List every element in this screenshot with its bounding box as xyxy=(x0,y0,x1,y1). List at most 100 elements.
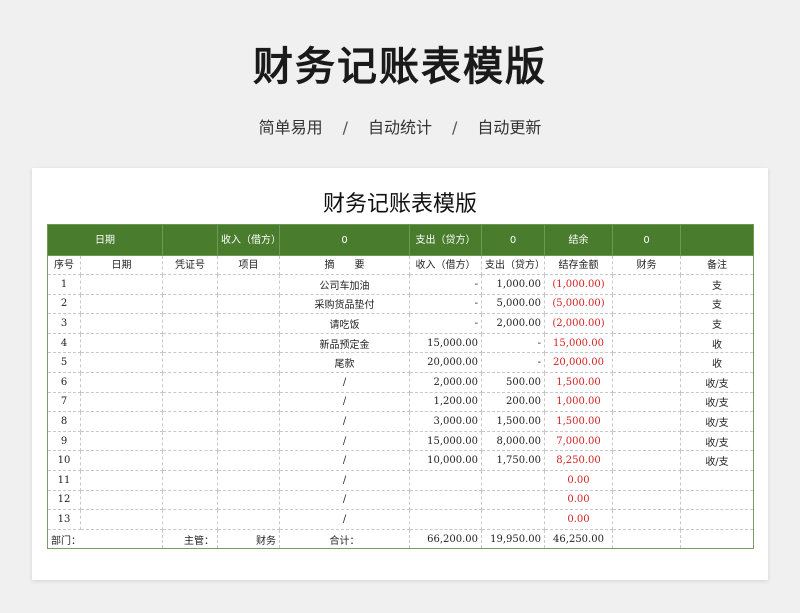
summary-income-label[interactable]: 收入（借方） xyxy=(217,224,280,256)
row-income-cell[interactable]: 15,000.00 xyxy=(409,332,482,354)
row-balance-cell[interactable]: 1,500.00 xyxy=(544,371,613,393)
col-header-no[interactable]: 序号 xyxy=(47,255,81,275)
row-note-cell[interactable]: 支 xyxy=(680,313,754,334)
row-note-cell[interactable]: 收/支 xyxy=(680,411,754,432)
row-item-cell[interactable] xyxy=(217,332,280,354)
row-item-cell[interactable] xyxy=(217,391,280,413)
row-voucher-cell[interactable] xyxy=(162,332,218,354)
row-voucher-cell[interactable] xyxy=(162,352,218,373)
summary-date-label[interactable]: 日期 xyxy=(47,224,163,256)
row-no-cell[interactable]: 4 xyxy=(47,332,81,354)
footer-finance[interactable]: 财务 xyxy=(217,528,280,550)
row-income-cell[interactable] xyxy=(409,469,482,491)
row-finance-cell[interactable] xyxy=(612,391,681,413)
row-voucher-cell[interactable] xyxy=(162,469,218,491)
row-no-cell[interactable]: 9 xyxy=(47,430,81,452)
row-note-cell[interactable]: 收/支 xyxy=(680,450,754,471)
row-date-cell[interactable] xyxy=(80,469,163,491)
row-balance-cell[interactable]: (1,000.00) xyxy=(544,274,613,295)
row-income-cell[interactable]: 3,000.00 xyxy=(409,411,482,432)
row-expense-cell[interactable] xyxy=(481,489,545,511)
col-header-income[interactable]: 收入（借方） xyxy=(409,255,482,275)
col-header-date[interactable]: 日期 xyxy=(80,255,163,275)
row-finance-cell[interactable] xyxy=(612,489,681,511)
row-expense-cell[interactable]: 500.00 xyxy=(481,371,545,393)
row-finance-cell[interactable] xyxy=(612,411,681,432)
row-expense-cell[interactable]: - xyxy=(481,332,545,354)
footer-dept[interactable]: 部门： xyxy=(47,528,163,550)
row-date-cell[interactable] xyxy=(80,274,163,295)
row-summary-cell[interactable]: / xyxy=(279,391,410,413)
summary-cell[interactable] xyxy=(680,224,754,256)
row-balance-cell[interactable]: (2,000.00) xyxy=(544,313,613,334)
row-date-cell[interactable] xyxy=(80,450,163,471)
row-income-cell[interactable]: 1,200.00 xyxy=(409,391,482,413)
row-summary-cell[interactable]: / xyxy=(279,371,410,393)
row-note-cell[interactable]: 支 xyxy=(680,293,754,315)
row-voucher-cell[interactable] xyxy=(162,391,218,413)
row-balance-cell[interactable]: (5,000.00) xyxy=(544,293,613,315)
row-date-cell[interactable] xyxy=(80,509,163,530)
row-voucher-cell[interactable] xyxy=(162,371,218,393)
row-no-cell[interactable]: 3 xyxy=(47,313,81,334)
row-summary-cell[interactable]: / xyxy=(279,450,410,471)
row-finance-cell[interactable] xyxy=(612,450,681,471)
row-income-cell[interactable]: 15,000.00 xyxy=(409,430,482,452)
row-no-cell[interactable]: 1 xyxy=(47,274,81,295)
row-item-cell[interactable] xyxy=(217,371,280,393)
footer-cell[interactable] xyxy=(612,528,681,550)
row-note-cell[interactable]: 收/支 xyxy=(680,371,754,393)
row-note-cell[interactable]: 收/支 xyxy=(680,391,754,413)
col-header-finance[interactable]: 财务 xyxy=(612,255,681,275)
row-note-cell[interactable]: 收 xyxy=(680,352,754,373)
row-note-cell[interactable]: 收/支 xyxy=(680,430,754,452)
row-voucher-cell[interactable] xyxy=(162,509,218,530)
col-header-expense[interactable]: 支出（贷方） xyxy=(481,255,545,275)
row-voucher-cell[interactable] xyxy=(162,313,218,334)
row-note-cell[interactable] xyxy=(680,469,754,491)
row-summary-cell[interactable]: / xyxy=(279,509,410,530)
row-date-cell[interactable] xyxy=(80,313,163,334)
row-summary-cell[interactable]: 采购货品垫付 xyxy=(279,293,410,315)
summary-income-value[interactable]: 0 xyxy=(279,224,410,256)
row-income-cell[interactable]: - xyxy=(409,293,482,315)
row-date-cell[interactable] xyxy=(80,352,163,373)
col-header-item[interactable]: 项目 xyxy=(217,255,280,275)
row-voucher-cell[interactable] xyxy=(162,411,218,432)
row-expense-cell[interactable] xyxy=(481,509,545,530)
row-item-cell[interactable] xyxy=(217,293,280,315)
row-item-cell[interactable] xyxy=(217,430,280,452)
row-income-cell[interactable]: 2,000.00 xyxy=(409,371,482,393)
row-finance-cell[interactable] xyxy=(612,274,681,295)
footer-total-income[interactable]: 66,200.00 xyxy=(409,528,482,550)
row-expense-cell[interactable]: 1,000.00 xyxy=(481,274,545,295)
row-no-cell[interactable]: 7 xyxy=(47,391,81,413)
row-finance-cell[interactable] xyxy=(612,469,681,491)
row-balance-cell[interactable]: 1,000.00 xyxy=(544,391,613,413)
row-expense-cell[interactable] xyxy=(481,469,545,491)
footer-cell[interactable] xyxy=(680,528,754,550)
row-date-cell[interactable] xyxy=(80,391,163,413)
row-expense-cell[interactable]: 8,000.00 xyxy=(481,430,545,452)
row-finance-cell[interactable] xyxy=(612,332,681,354)
row-expense-cell[interactable]: 1,750.00 xyxy=(481,450,545,471)
row-no-cell[interactable]: 6 xyxy=(47,371,81,393)
row-date-cell[interactable] xyxy=(80,371,163,393)
col-header-voucher[interactable]: 凭证号 xyxy=(162,255,218,275)
summary-cell[interactable] xyxy=(162,224,218,256)
row-income-cell[interactable]: - xyxy=(409,313,482,334)
row-item-cell[interactable] xyxy=(217,274,280,295)
row-income-cell[interactable] xyxy=(409,509,482,530)
row-no-cell[interactable]: 13 xyxy=(47,509,81,530)
row-voucher-cell[interactable] xyxy=(162,293,218,315)
row-income-cell[interactable]: - xyxy=(409,274,482,295)
row-balance-cell[interactable]: 1,500.00 xyxy=(544,411,613,432)
summary-expense-value[interactable]: 0 xyxy=(481,224,545,256)
row-balance-cell[interactable]: 20,000.00 xyxy=(544,352,613,373)
row-summary-cell[interactable]: / xyxy=(279,489,410,511)
row-finance-cell[interactable] xyxy=(612,352,681,373)
row-summary-cell[interactable]: 请吃饭 xyxy=(279,313,410,334)
row-date-cell[interactable] xyxy=(80,411,163,432)
row-note-cell[interactable] xyxy=(680,509,754,530)
row-summary-cell[interactable]: 尾款 xyxy=(279,352,410,373)
